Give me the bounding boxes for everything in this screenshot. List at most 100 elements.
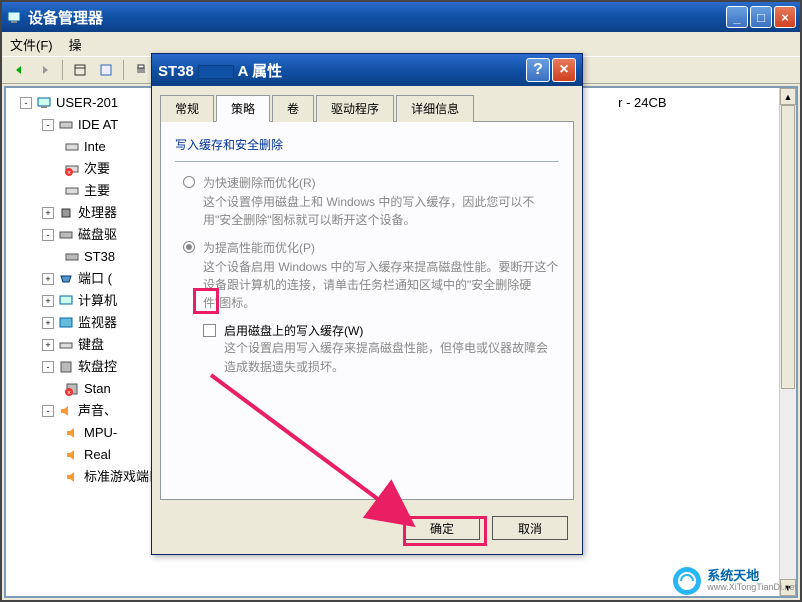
drive-error-icon: × [64, 161, 80, 177]
monitor-icon [58, 315, 74, 331]
controller-icon [58, 117, 74, 133]
tree-label: 键盘 [78, 334, 104, 356]
toggle-icon[interactable]: - [42, 361, 54, 373]
app-icon [6, 9, 22, 25]
scroll-thumb[interactable] [781, 105, 795, 389]
radio-optimize-performance[interactable]: 为提高性能而优化(P) 这个设备启用 Windows 中的写入缓存来提高磁盘性能… [183, 239, 559, 312]
tree-label: 磁盘驱 [78, 224, 117, 246]
disk-icon [58, 227, 74, 243]
sound-icon [58, 403, 74, 419]
watermark-icon [671, 565, 703, 597]
dialog-buttons: 确定 取消 [152, 508, 582, 554]
tree-label: 处理器 [78, 202, 117, 224]
window-controls: _ □ × [726, 6, 796, 28]
toggle-icon[interactable]: + [42, 273, 54, 285]
tree-extra-text: r - 24CB [618, 92, 666, 114]
tab-volumes[interactable]: 卷 [272, 95, 314, 122]
checkbox-icon[interactable] [203, 324, 216, 337]
drive-icon [64, 139, 80, 155]
radio-icon[interactable] [183, 241, 195, 253]
scroll-track[interactable] [780, 105, 796, 579]
minimize-button[interactable]: _ [726, 6, 748, 28]
tree-label: IDE AT [78, 114, 118, 136]
watermark: 系统天地 www.XiTongTianDi.net [671, 565, 797, 597]
toggle-icon[interactable]: + [42, 207, 54, 219]
toggle-icon[interactable]: - [42, 119, 54, 131]
tree-label: ST38 [84, 246, 115, 268]
main-titlebar[interactable]: 设备管理器 _ □ × [2, 2, 800, 32]
checkbox-desc: 这个设置启用写入缓存来提高磁盘性能，但停电或仪器故障会造成数据遗失或损坏。 [224, 339, 559, 377]
cpu-icon [58, 205, 74, 221]
dialog-titlebar[interactable]: ST38 A 属性 ? × [152, 54, 582, 86]
maximize-button[interactable]: □ [750, 6, 772, 28]
toggle-icon[interactable]: + [42, 339, 54, 351]
tree-label: 主要 [84, 180, 110, 202]
toolbar-forward-icon[interactable] [34, 59, 56, 81]
tree-label: 次要 [84, 158, 110, 180]
toolbar-print-icon[interactable] [130, 59, 152, 81]
port-icon [58, 271, 74, 287]
tree-label: Real [84, 444, 111, 466]
scroll-up-icon[interactable]: ▲ [780, 88, 796, 105]
group-title: 写入缓存和安全删除 [175, 136, 559, 153]
radio-desc: 这个设备启用 Windows 中的写入缓存来提高磁盘性能。要断开这个设备跟计算机… [203, 258, 559, 312]
drive-icon [64, 183, 80, 199]
toolbar-separator-2 [123, 60, 124, 80]
watermark-url: www.XiTongTianDi.net [707, 583, 797, 593]
toggle-icon[interactable]: - [42, 405, 54, 417]
toggle-icon[interactable]: - [42, 229, 54, 241]
radio-icon[interactable] [183, 176, 195, 188]
radio-optimize-removal[interactable]: 为快速删除而优化(R) 这个设置停用磁盘上和 Windows 中的写入缓存，因此… [183, 174, 559, 229]
sound-icon [64, 425, 80, 441]
sound-icon [64, 447, 80, 463]
help-button[interactable]: ? [526, 58, 550, 82]
computer-icon [58, 293, 74, 309]
toggle-icon[interactable]: + [42, 295, 54, 307]
tree-label: Stan [84, 378, 111, 400]
checkbox-label: 启用磁盘上的写入缓存(W) [224, 322, 559, 339]
tree-label: 端口 ( [78, 268, 112, 290]
tab-driver[interactable]: 驱动程序 [316, 95, 394, 122]
tree-label: 监视器 [78, 312, 117, 334]
floppy-error-icon: × [64, 381, 80, 397]
tree-label: MPU- [84, 422, 117, 444]
tab-details[interactable]: 详细信息 [396, 95, 474, 122]
tab-policy[interactable]: 策略 [216, 95, 270, 122]
checkbox-write-cache[interactable]: 启用磁盘上的写入缓存(W) 这个设置启用写入缓存来提高磁盘性能，但停电或仪器故障… [203, 322, 559, 377]
properties-dialog: ST38 A 属性 ? × 常规 策略 卷 驱动程序 详细信息 写入缓存和安全删… [151, 53, 583, 555]
sound-icon [64, 469, 80, 485]
svg-text:×: × [67, 170, 71, 177]
toolbar-view-icon[interactable] [69, 59, 91, 81]
radio-label: 为快速删除而优化(R) [203, 174, 559, 191]
main-title: 设备管理器 [28, 7, 726, 28]
radio-label: 为提高性能而优化(P) [203, 239, 559, 256]
toggle-icon[interactable]: - [20, 97, 32, 109]
tree-label: Inte [84, 136, 106, 158]
dialog-title: ST38 A 属性 [158, 60, 524, 81]
toggle-icon[interactable]: + [42, 317, 54, 329]
menu-action[interactable]: 操 [69, 35, 82, 54]
toolbar-back-icon[interactable] [8, 59, 30, 81]
radio-desc: 这个设置停用磁盘上和 Windows 中的写入缓存，因此您可以不用"安全删除"图… [203, 193, 559, 229]
watermark-title: 系统天地 [707, 569, 797, 583]
dialog-close-button[interactable]: × [552, 58, 576, 82]
tab-general[interactable]: 常规 [160, 95, 214, 122]
computer-icon [36, 95, 52, 111]
disk-icon [64, 249, 80, 265]
dialog-title-prefix: ST38 [158, 63, 194, 80]
ok-button[interactable]: 确定 [404, 516, 480, 540]
toolbar-properties-icon[interactable] [95, 59, 117, 81]
tree-label: USER-201 [56, 92, 118, 114]
cancel-button[interactable]: 取消 [492, 516, 568, 540]
keyboard-icon [58, 337, 74, 353]
toolbar-separator [62, 60, 63, 80]
redacted-block [198, 65, 234, 79]
menu-file[interactable]: 文件(F) [10, 35, 53, 54]
close-button[interactable]: × [774, 6, 796, 28]
floppy-icon [58, 359, 74, 375]
vertical-scrollbar[interactable]: ▲ ▼ [779, 88, 796, 596]
tabstrip: 常规 策略 卷 驱动程序 详细信息 [160, 94, 574, 121]
tree-label: 计算机 [78, 290, 117, 312]
group-divider [175, 161, 559, 162]
tree-label: 软盘控 [78, 356, 117, 378]
